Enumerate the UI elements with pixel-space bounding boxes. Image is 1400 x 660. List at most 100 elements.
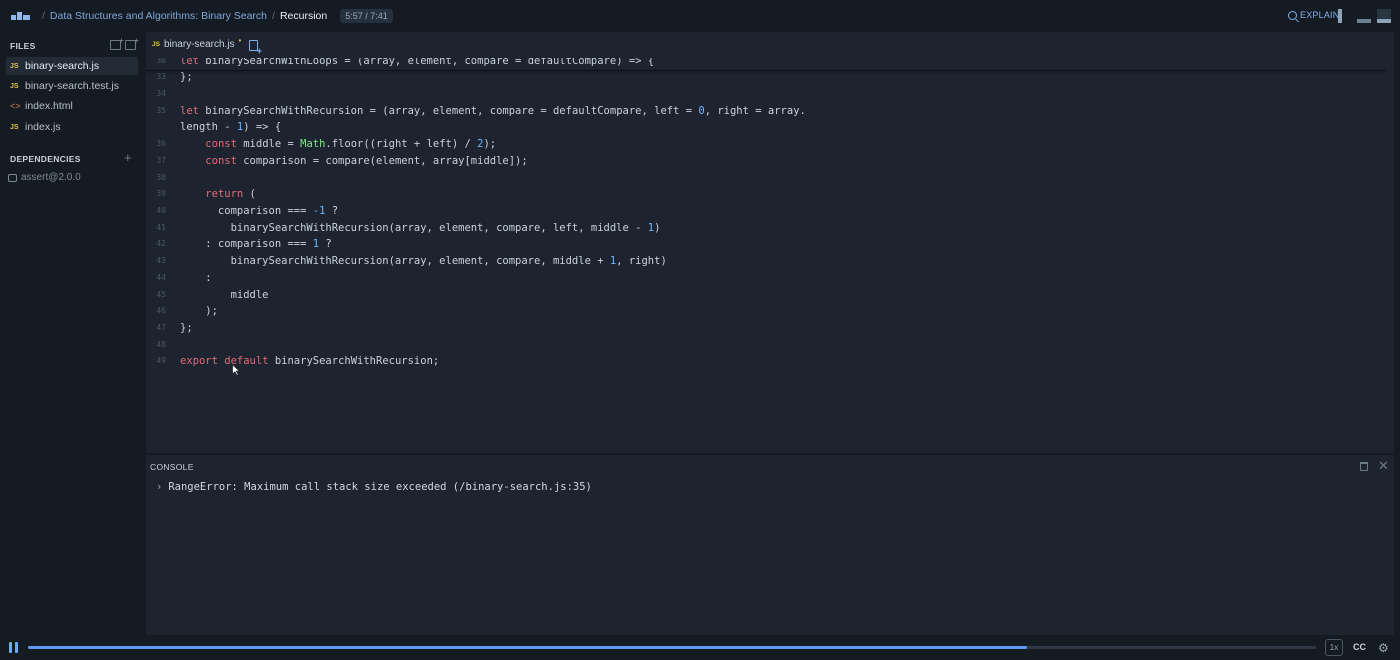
code-line[interactable]: 37 const comparison = compare(element, a… — [146, 152, 1394, 169]
line-number: 42 — [156, 239, 166, 248]
code-line[interactable]: 45 middle — [146, 286, 1394, 303]
code-line[interactable]: 35 let binarySearchWithRecursion = (array… — [146, 102, 1394, 119]
unsaved-indicator: • — [238, 36, 242, 45]
console-error-message: › RangeError: Maximum call stack size exc… — [156, 481, 592, 493]
code-line[interactable]: 47}; — [146, 319, 1394, 336]
line-number: 48 — [156, 340, 166, 349]
file-item-index-js[interactable]: JS index.js — [6, 118, 138, 136]
gear-icon[interactable]: ⚙ — [1378, 641, 1389, 655]
line-number: 43 — [156, 256, 166, 265]
new-tab-icon[interactable] — [249, 40, 262, 56]
player-bar: 1x CC ⚙ — [0, 636, 1400, 660]
code-line[interactable]: 44 : — [146, 269, 1394, 286]
line-number: 39 — [156, 189, 166, 198]
file-name: binary-search.js — [25, 60, 100, 72]
code-text: middle — [180, 288, 269, 301]
captions-button[interactable]: CC — [1353, 642, 1366, 652]
code-text: : — [180, 271, 212, 284]
html-file-icon: <> — [10, 101, 21, 111]
code-text: export default binarySearchWithRecursion… — [180, 354, 440, 367]
logo-icon[interactable] — [11, 11, 31, 21]
breadcrumb-separator: / — [272, 10, 275, 22]
code-area[interactable]: 30 let binarySearchWithLoops = (array, el… — [146, 52, 1394, 452]
line-number: 40 — [156, 206, 166, 215]
layout-sidebar-button[interactable] — [1338, 9, 1342, 23]
add-dependency-icon[interactable]: + — [124, 150, 132, 165]
code-text: let binarySearchWithRecursion = (array, … — [180, 104, 806, 117]
line-number: 41 — [156, 223, 166, 232]
line-number: 38 — [156, 173, 166, 182]
code-line[interactable]: 42 : comparison === 1 ? — [146, 235, 1394, 252]
javascript-file-icon: JS — [10, 123, 19, 131]
code-line[interactable]: 40 comparison === -1 ? — [146, 202, 1394, 219]
playback-speed-button[interactable]: 1x — [1325, 639, 1343, 656]
progress-fill — [28, 646, 1028, 649]
file-item-binary-search-test-js[interactable]: JS binary-search.test.js — [6, 77, 138, 95]
javascript-file-icon: JS — [10, 82, 19, 90]
new-file-icon[interactable] — [110, 36, 124, 50]
top-bar: / Data Structures and Algorithms: Binary… — [0, 0, 1400, 32]
code-text: const comparison = compare(element, arra… — [205, 154, 528, 167]
code-line[interactable]: length - 1) => { — [146, 118, 1394, 135]
progress-slider[interactable] — [28, 646, 1316, 649]
code-line[interactable]: 43 binarySearchWithRecursion(array, elem… — [146, 252, 1394, 269]
code-line[interactable]: 46 ); — [146, 302, 1394, 319]
line-number: 45 — [156, 290, 166, 299]
file-item-index-html[interactable]: <> index.html — [6, 97, 138, 115]
code-line[interactable]: 48 — [146, 336, 1394, 353]
javascript-file-icon: JS — [10, 62, 19, 70]
search-icon — [1288, 10, 1297, 20]
close-icon[interactable]: ✕ — [1378, 458, 1389, 474]
breadcrumb: / Data Structures and Algorithms: Binary… — [42, 9, 393, 23]
new-folder-icon[interactable] — [125, 36, 139, 50]
files-heading: FILES — [10, 41, 36, 51]
layout-split-button[interactable] — [1377, 9, 1391, 23]
line-number: 34 — [156, 89, 166, 98]
line-number: 46 — [156, 306, 166, 315]
code-text: binarySearchWithRecursion(array, element… — [180, 254, 667, 267]
sidebar: FILES JS binary-search.js JS binary-sear… — [0, 32, 146, 636]
code-editor[interactable]: 30 let binarySearchWithLoops = (array, el… — [146, 32, 1394, 453]
file-item-binary-search-js[interactable]: JS binary-search.js — [6, 57, 138, 75]
code-line[interactable]: 41 binarySearchWithRecursion(array, elem… — [146, 219, 1394, 236]
time-badge: 5:57 / 7:41 — [340, 9, 393, 23]
line-number: 44 — [156, 273, 166, 282]
layout-bottom-button[interactable] — [1357, 9, 1371, 23]
console-heading: CONSOLE — [150, 462, 194, 472]
tab-binary-search-js[interactable]: JS binary-search.js • — [152, 36, 242, 50]
code-text: : comparison === 1 ? — [180, 237, 332, 250]
chevron-right-icon[interactable]: › — [156, 481, 162, 493]
dependency-name: assert@2.0.0 — [21, 172, 81, 183]
pause-icon[interactable] — [9, 642, 19, 653]
line-number: 47 — [156, 323, 166, 332]
file-name: binary-search.test.js — [25, 80, 119, 92]
code-line[interactable]: 34 — [146, 85, 1394, 102]
code-line[interactable]: 36 const middle = Math.floor((right + le… — [146, 135, 1394, 152]
line-number: 37 — [156, 156, 166, 165]
tab-label: binary-search.js — [163, 39, 235, 50]
code-text: binarySearchWithRecursion(array, element… — [180, 221, 661, 234]
code-line[interactable]: 39 return ( — [146, 185, 1394, 202]
breadcrumb-separator: / — [42, 10, 45, 22]
breadcrumb-course-link[interactable]: Data Structures and Algorithms: Binary S… — [50, 10, 267, 22]
line-number: 49 — [156, 356, 166, 365]
sticky-scroll-divider — [146, 70, 1386, 71]
explain-button[interactable]: EXPLAIN — [1288, 10, 1339, 20]
editor-tab-bar: JS binary-search.js • — [146, 32, 1394, 58]
explain-label: EXPLAIN — [1300, 10, 1340, 20]
code-text: length - 1) => { — [180, 120, 282, 133]
trash-icon[interactable] — [1360, 462, 1368, 471]
code-line[interactable]: 49 export default binarySearchWithRecursi… — [146, 352, 1394, 369]
code-text: const middle = Math.floor((right + left)… — [205, 137, 497, 150]
mouse-cursor-icon — [232, 364, 240, 376]
line-number: 36 — [156, 139, 166, 148]
console-panel: CONSOLE ✕ › RangeError: Maximum call stac… — [146, 455, 1394, 635]
code-line[interactable]: 38 — [146, 169, 1394, 186]
code-text: return ( — [205, 187, 256, 200]
package-icon — [8, 173, 17, 182]
file-name: index.html — [25, 100, 73, 112]
line-number: 35 — [156, 106, 166, 115]
dependency-item[interactable]: assert@2.0.0 — [8, 172, 81, 183]
code-text: ); — [180, 304, 218, 317]
code-text: }; — [180, 70, 193, 83]
